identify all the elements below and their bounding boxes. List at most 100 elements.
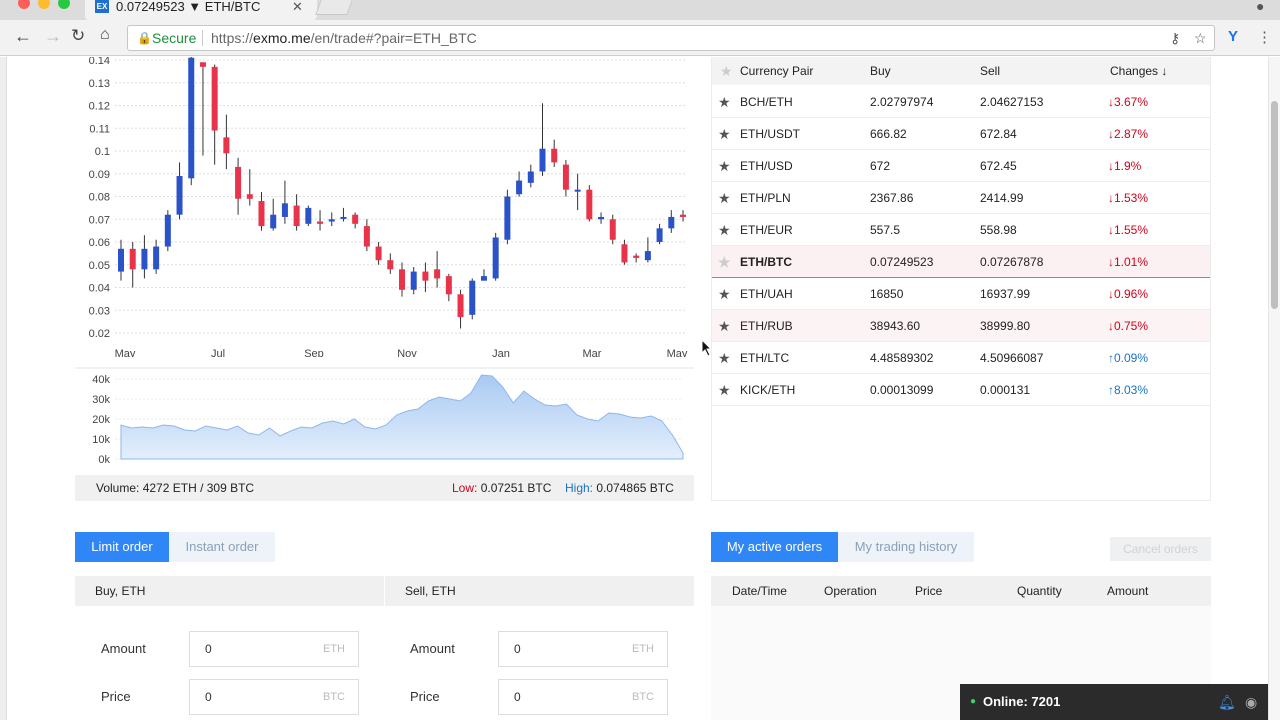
- sell-amount-input[interactable]: 0 ETH: [498, 631, 668, 667]
- favorite-star-icon[interactable]: ★: [718, 214, 731, 246]
- candle-body: [516, 180, 523, 195]
- pair-row[interactable]: ★ ETH/BTC 0.07249523 0.07267878 ↓1.01%: [712, 246, 1210, 278]
- pair-name: ETH/USD: [740, 159, 793, 173]
- candle-body: [410, 271, 417, 290]
- close-window-button[interactable]: [18, 0, 30, 9]
- header-currency-pair[interactable]: Currency Pair: [740, 57, 813, 85]
- favorite-star-icon[interactable]: ★: [718, 342, 731, 374]
- settings-icon[interactable]: ◉: [1245, 684, 1257, 720]
- favorite-star-icon[interactable]: ★: [718, 246, 731, 278]
- y-tick-label: 0.09: [89, 169, 110, 181]
- pair-buy: 0.07249523: [870, 255, 934, 269]
- browser-toolbar: ← → ↻ ⌂ 🔒 Secure https://exmo.me/en/trad…: [0, 20, 1280, 56]
- pair-row[interactable]: ★ ETH/UAH 16850 16937.99 ↓0.96%: [712, 278, 1210, 310]
- candlestick-chart[interactable]: 0.14 0.13 0.12 0.11 0.1 0.09 0.08 0.07 0.06 0.05 0…: [75, 57, 694, 357]
- candle-body: [680, 214, 686, 217]
- pair-row[interactable]: ★ ETH/LTC 4.48589302 4.50966087 ↑0.09%: [712, 342, 1210, 374]
- tab-limit-order[interactable]: Limit order: [75, 532, 169, 562]
- key-icon[interactable]: ⚷: [1170, 26, 1180, 50]
- pair-row[interactable]: ★ ETH/USD 672 672.45 ↓1.9%: [712, 150, 1210, 182]
- favorite-star-icon[interactable]: ★: [718, 182, 731, 214]
- browser-tab-bar: EX 0.07249523 ▼ ETH/BTC ✕ ●: [0, 0, 1280, 20]
- cancel-orders-button[interactable]: Cancel orders: [1110, 537, 1211, 561]
- favorite-star-icon[interactable]: ★: [718, 310, 731, 342]
- sell-form-title: Sell, ETH: [385, 576, 694, 606]
- favorite-star-icon[interactable]: ★: [718, 118, 731, 150]
- address-bar[interactable]: 🔒 Secure https://exmo.me/en/trade#?pair=…: [127, 25, 1215, 51]
- header-operation[interactable]: Operation: [824, 576, 877, 606]
- home-icon[interactable]: ⌂: [100, 26, 110, 44]
- favorite-star-icon[interactable]: ★: [718, 150, 731, 182]
- candle-body: [164, 214, 171, 247]
- favorite-star-icon[interactable]: ★: [718, 86, 731, 118]
- tab-instant-order[interactable]: Instant order: [169, 532, 275, 562]
- candle-body: [258, 201, 265, 227]
- candle-body: [223, 137, 230, 154]
- y-tick-label: 30k: [92, 394, 110, 406]
- pair-name: BCH/ETH: [740, 95, 793, 109]
- bookmark-star-icon[interactable]: ☆: [1194, 26, 1207, 50]
- header-amount[interactable]: Amount: [1107, 576, 1148, 606]
- candle-body: [492, 237, 499, 279]
- pair-sell: 0.000131: [980, 383, 1031, 397]
- page-scrollbar[interactable]: [1268, 57, 1280, 720]
- x-tick-label: Nov: [397, 348, 417, 357]
- header-changes[interactable]: Changes ↓: [1110, 57, 1167, 85]
- pair-row[interactable]: ★ ETH/USDT 666.82 672.84 ↓2.87%: [712, 118, 1210, 150]
- menu-icon[interactable]: ⋮: [1257, 28, 1272, 46]
- online-count: Online: 7201: [983, 694, 1061, 709]
- pair-buy: 16850: [870, 287, 904, 301]
- pair-row[interactable]: ★ ETH/PLN 2367.86 2414.99 ↓1.53%: [712, 182, 1210, 214]
- pair-row[interactable]: ★ ETH/EUR 557.5 558.98 ↓1.55%: [712, 214, 1210, 246]
- pair-row[interactable]: ★ ETH/RUB 38943.60 38999.80 ↓0.75%: [712, 310, 1210, 342]
- header-quantity[interactable]: Quantity: [1017, 576, 1062, 606]
- header-date-time[interactable]: Date/Time: [732, 576, 787, 606]
- profile-icon[interactable]: ●: [1256, 0, 1264, 14]
- candle-body: [246, 194, 253, 199]
- candle-body: [621, 244, 628, 263]
- buy-price-input[interactable]: 0 BTC: [189, 679, 359, 715]
- header-price[interactable]: Price: [915, 576, 942, 606]
- forward-arrow-icon[interactable]: →: [44, 26, 62, 47]
- pair-row[interactable]: ★ BCH/ETH 2.02797974 2.04627153 ↓3.67%: [712, 86, 1210, 118]
- sell-price-label: Price: [410, 689, 440, 704]
- high-stat: High: 0.074865 BTC: [565, 481, 674, 495]
- header-buy[interactable]: Buy: [870, 57, 891, 85]
- tab-my-active-orders[interactable]: My active orders: [711, 532, 838, 562]
- new-tab-button[interactable]: [315, 0, 353, 15]
- x-tick-label: May: [115, 348, 136, 357]
- reload-icon[interactable]: ↻: [71, 26, 85, 46]
- browser-tab[interactable]: EX 0.07249523 ▼ ETH/BTC ✕: [85, 0, 317, 20]
- y-tick-label: 0.12: [89, 101, 110, 113]
- scrollbar-thumb[interactable]: [1271, 101, 1278, 309]
- volume-chart[interactable]: 40k 30k 20k 10k 0k: [75, 367, 694, 477]
- pair-sell: 0.07267878: [980, 255, 1044, 269]
- pair-name: ETH/EUR: [740, 223, 793, 237]
- pair-buy: 2367.86: [870, 191, 914, 205]
- y-tick-label: 10k: [92, 434, 110, 446]
- maximize-window-button[interactable]: [58, 0, 70, 9]
- favorite-star-icon[interactable]: ★: [718, 374, 731, 406]
- tab-my-trading-history[interactable]: My trading history: [838, 532, 974, 562]
- pair-change: ↓0.75%: [1108, 319, 1149, 333]
- extension-icon[interactable]: Y: [1228, 28, 1238, 45]
- buy-amount-input[interactable]: 0 ETH: [189, 631, 359, 667]
- bell-icon[interactable]: 🔔︎: [1218, 684, 1236, 720]
- pair-row[interactable]: ★ KICK/ETH 0.00013099 0.000131 ↑8.03%: [712, 374, 1210, 406]
- orders-table-header: Date/Time Operation Price Quantity Amoun…: [711, 576, 1211, 606]
- favorite-star-icon[interactable]: ★: [718, 278, 731, 310]
- minimize-window-button[interactable]: [38, 0, 50, 9]
- candle-body: [527, 171, 534, 183]
- x-tick-label: May: [667, 348, 688, 357]
- y-tick-label: 20k: [92, 414, 110, 426]
- favorites-star-icon[interactable]: ★: [720, 57, 733, 85]
- y-tick-label: 0k: [98, 454, 110, 466]
- y-tick-label: 0.11: [89, 123, 110, 135]
- lock-icon: 🔒: [137, 31, 152, 45]
- back-arrow-icon[interactable]: ←: [14, 26, 32, 47]
- header-sell[interactable]: Sell: [980, 57, 1000, 85]
- candle-body: [141, 248, 148, 270]
- close-tab-icon[interactable]: ✕: [292, 0, 303, 14]
- sell-price-input[interactable]: 0 BTC: [498, 679, 668, 715]
- url-text[interactable]: https://exmo.me/en/trade#?pair=ETH_BTC: [211, 26, 477, 50]
